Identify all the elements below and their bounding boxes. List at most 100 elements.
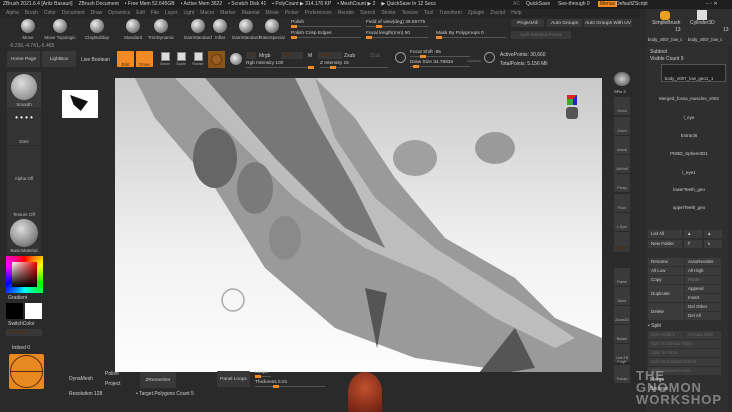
viewport[interactable]: [115, 78, 602, 378]
delete-button[interactable]: Delete: [648, 303, 684, 320]
navigator-thumbnail[interactable]: [62, 90, 98, 118]
edit-button[interactable]: Edit: [117, 51, 134, 67]
menu-draw[interactable]: Draw: [91, 10, 103, 16]
secondary-color[interactable]: [25, 303, 42, 319]
draw-button[interactable]: Draw: [136, 51, 153, 67]
auto-groups-uv-button[interactable]: Auto Groups With UV: [584, 19, 632, 27]
lightbox-button[interactable]: LightBox: [42, 51, 76, 67]
move-button[interactable]: Move: [158, 49, 172, 69]
imbed-slider[interactable]: Imbed 0: [12, 345, 30, 351]
panel-loops-button[interactable]: Panel Loops: [217, 371, 250, 387]
texture-slot[interactable]: Texture Off: [7, 182, 41, 218]
menu-render[interactable]: Render: [338, 10, 354, 16]
menu-document[interactable]: Document: [62, 10, 85, 16]
project-button[interactable]: Project: [105, 381, 121, 387]
zoom3d-button[interactable]: Zoom3D: [614, 306, 630, 324]
menu-layer[interactable]: Layer: [165, 10, 178, 16]
menu-edit[interactable]: Edit: [136, 10, 145, 16]
all-low-button[interactable]: All Low: [648, 267, 684, 275]
qxyz-button[interactable]: Qxyz: [613, 245, 630, 252]
alternate-button[interactable]: Alternate: [6, 329, 42, 336]
brush-rakespecial[interactable]: RakeSpecial: [252, 19, 292, 40]
color-picker[interactable]: [6, 256, 43, 293]
polyf-button[interactable]: Line Fill PolyF: [614, 344, 630, 364]
fov-slider[interactable]: Field of view(deg) 39.59775: [366, 20, 428, 28]
cylinder-icon[interactable]: [697, 10, 707, 20]
menu-help[interactable]: Help: [511, 10, 521, 16]
simple-brush-label[interactable]: SimpleBrush: [652, 20, 680, 26]
subtool-item[interactable]: l_eye1: [650, 170, 728, 175]
move-down-button[interactable]: ↳: [704, 240, 722, 248]
zcut-button[interactable]: Zcut: [370, 53, 380, 59]
aahalf-button[interactable]: AAHalf: [614, 155, 630, 173]
spix-slider[interactable]: SPix 3: [614, 89, 626, 94]
zremesher-button[interactable]: ZRemesher: [140, 372, 176, 388]
lsym-button[interactable]: L.Sym: [614, 213, 630, 231]
mask-polygroups-slider[interactable]: Mask By Polygroups 0: [436, 31, 506, 39]
focal-length-slider[interactable]: Focal length(mm) 50: [366, 31, 428, 39]
rgb-button[interactable]: Rgb: [281, 52, 303, 59]
material-swatch[interactable]: [208, 51, 225, 68]
split-section-toggle[interactable]: • Split: [648, 323, 661, 329]
brush-slot[interactable]: Smooth: [7, 72, 41, 108]
see-through-slider[interactable]: See-through 0: [558, 1, 590, 7]
arrow-up-2-button[interactable]: ▲: [704, 230, 722, 238]
color-mode-icon[interactable]: [230, 53, 242, 65]
zsub-button[interactable]: Zsub: [344, 53, 355, 59]
move-view-button[interactable]: Move: [614, 287, 630, 305]
switch-color-button[interactable]: SwitchColor: [8, 321, 35, 327]
subtool-item[interactable]: lowerTeeth_geo: [650, 187, 728, 192]
subtool-item[interactable]: Merged_fossa_muscles_v002: [650, 96, 728, 101]
alpha-slot[interactable]: Alpha Off: [7, 146, 41, 182]
new-folder-button[interactable]: New Folder: [648, 240, 682, 248]
live-boolean-button[interactable]: Live Boolean: [81, 57, 110, 63]
split-similar-button[interactable]: Split To Similar Parts: [648, 340, 721, 348]
actual-button[interactable]: Actual: [614, 136, 630, 154]
menu-material[interactable]: Material: [242, 10, 260, 16]
stroke-slot[interactable]: • • • • Dots: [7, 109, 41, 145]
polish-slider[interactable]: Polish: [291, 20, 361, 28]
transp-button[interactable]: Transp: [614, 365, 630, 383]
menu-preferences[interactable]: Preferences: [305, 10, 332, 16]
menu-marker[interactable]: Marker: [220, 10, 236, 16]
insert-button[interactable]: Insert: [685, 294, 721, 302]
polish-crisp-slider[interactable]: Polish Crisp Edges: [291, 31, 361, 39]
duplicate-button[interactable]: Duplicate: [648, 285, 684, 302]
menu-alpha[interactable]: Alpha: [6, 10, 19, 16]
menus-button[interactable]: Menus: [598, 1, 618, 7]
split-unmasked-button[interactable]: Split Unmasked Points: [648, 358, 721, 366]
del-other-button[interactable]: Del Other: [685, 303, 721, 311]
menu-macro[interactable]: Macro: [200, 10, 214, 16]
resolution-slider[interactable]: Resolution 128: [69, 391, 102, 397]
scale-button[interactable]: Scale: [174, 49, 188, 69]
menu-stencil[interactable]: Stencil: [360, 10, 375, 16]
tool-body-1[interactable]: body_v007_low_c: [648, 37, 682, 42]
loops-slider[interactable]: Loops: [255, 370, 271, 378]
menu-color[interactable]: Color: [44, 10, 56, 16]
rotate-view-button[interactable]: Rotate: [614, 325, 630, 343]
visible-count-slider[interactable]: Visible Count 9: [650, 56, 684, 62]
menu-stroke[interactable]: Stroke: [381, 10, 395, 16]
zoom-button[interactable]: Zoom: [614, 117, 630, 135]
quicksave-button[interactable]: QuickSave: [526, 1, 550, 7]
focal-shift-slider[interactable]: Focal Shift -55: [410, 50, 470, 58]
menu-movie[interactable]: Movie: [266, 10, 279, 16]
window-controls[interactable]: – ▫ ✕: [706, 1, 718, 7]
z-intensity-slider[interactable]: Z Intensity 15: [320, 61, 388, 69]
subtool-item[interactable]: PM3D_Sphere3D1: [650, 151, 728, 156]
simple-brush-icon[interactable]: [660, 11, 670, 20]
frame-button[interactable]: Frame: [614, 268, 630, 286]
scroll-button[interactable]: Scroll: [614, 97, 630, 115]
dynamesh-button[interactable]: DynaMesh: [69, 376, 93, 382]
subtool-item[interactable]: Extract6: [650, 133, 728, 138]
m-button[interactable]: M: [308, 53, 312, 59]
del-all-button[interactable]: Del All: [685, 312, 721, 320]
floor-button[interactable]: Floor: [614, 194, 630, 212]
subtool-item[interactable]: body_v007_low_geo1_1: [650, 76, 728, 81]
tool-body-2[interactable]: body_v007_low_c: [688, 37, 722, 42]
autoreorder-button[interactable]: AutoReorder: [685, 258, 721, 266]
a-button[interactable]: A: [246, 52, 256, 59]
rotate-button[interactable]: Rotate: [191, 49, 205, 69]
cylinder-label[interactable]: Cylinder3D: [690, 20, 715, 26]
menu-transform[interactable]: Transform: [439, 10, 462, 16]
